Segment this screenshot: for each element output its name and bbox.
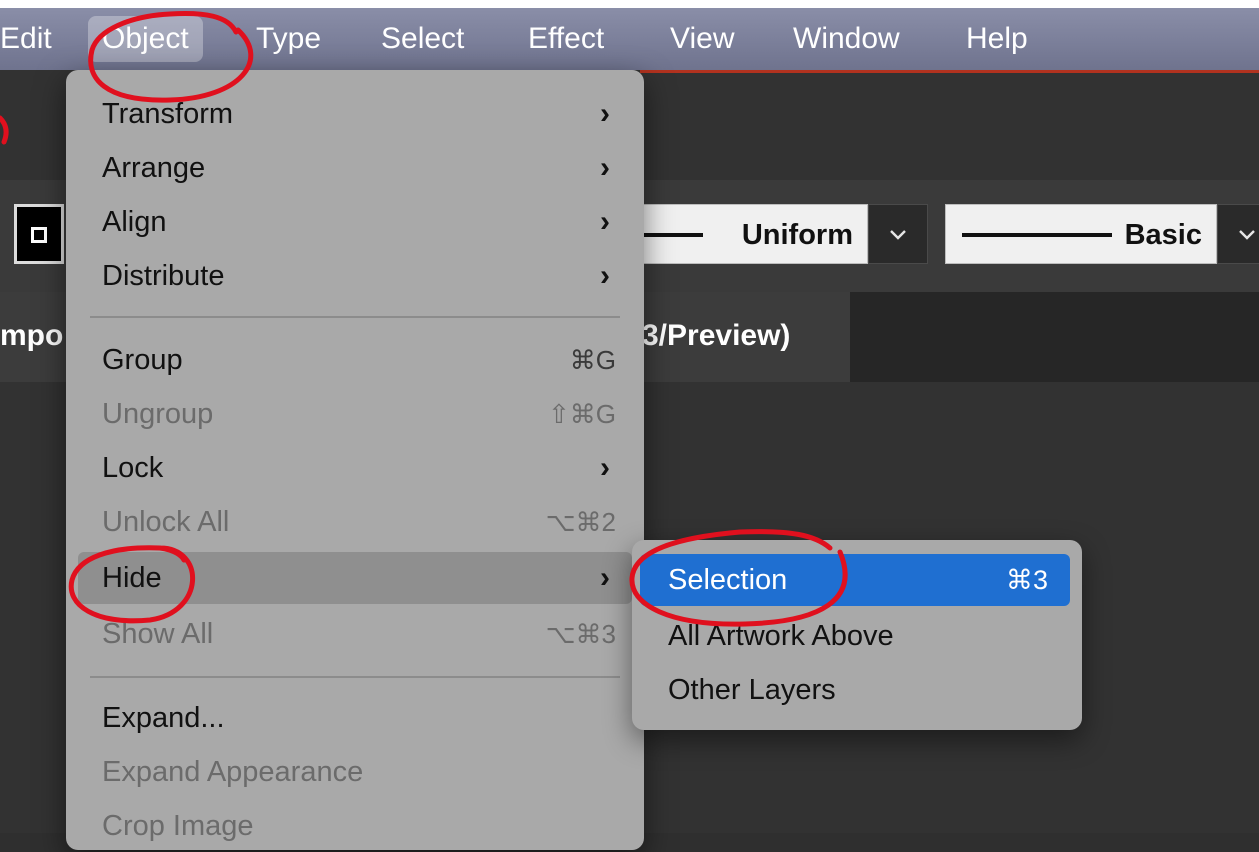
menu-item-label: Arrange bbox=[102, 152, 206, 184]
menu-item-distribute[interactable]: Distribute › bbox=[78, 250, 632, 302]
menu-item-expand[interactable]: Expand... bbox=[78, 692, 632, 744]
stroke-profile-label: Uniform bbox=[741, 219, 853, 251]
chevron-right-icon: › bbox=[600, 151, 610, 184]
menu-item-label: Hide bbox=[102, 562, 162, 594]
chevron-right-icon: › bbox=[600, 561, 610, 594]
document-border bbox=[640, 70, 1259, 73]
menu-item-label: Transform bbox=[102, 98, 234, 130]
stroke-profile-dropdown[interactable] bbox=[868, 204, 928, 264]
menu-object[interactable]: Object bbox=[88, 16, 203, 62]
menu-type[interactable]: Type bbox=[242, 16, 335, 62]
menu-item-label: Align bbox=[102, 206, 167, 238]
menu-item-shortcut: ⌘G bbox=[569, 345, 616, 375]
menu-bar: Edit Object Type Select Effect View Wind… bbox=[0, 8, 1259, 70]
stroke-profile-field[interactable]: Uniform bbox=[630, 204, 868, 264]
menu-item-transform[interactable]: Transform › bbox=[78, 88, 632, 140]
menu-help[interactable]: Help bbox=[952, 16, 1042, 62]
menu-item-hide[interactable]: Hide › bbox=[78, 552, 632, 604]
object-menu: Transform › Arrange › Align › Distribute… bbox=[66, 70, 644, 850]
menu-item-label: Expand... bbox=[102, 702, 225, 734]
chevron-right-icon: › bbox=[600, 259, 610, 292]
stroke-profile-preview bbox=[643, 233, 703, 237]
menu-item-label: Expand Appearance bbox=[102, 756, 364, 788]
submenu-item-other-layers[interactable]: Other Layers bbox=[640, 664, 1070, 716]
chevron-down-icon bbox=[889, 224, 907, 246]
menu-item-label: Crop Image bbox=[102, 810, 254, 842]
menu-item-shortcut: ⇧⌘G bbox=[547, 399, 616, 429]
submenu-item-shortcut: ⌘3 bbox=[1005, 565, 1048, 595]
menu-item-label: Unlock All bbox=[102, 506, 230, 538]
chevron-down-icon bbox=[1238, 224, 1256, 246]
submenu-item-label: Other Layers bbox=[668, 674, 836, 706]
menu-item-shortcut: ⌥⌘3 bbox=[545, 619, 616, 649]
chevron-right-icon: › bbox=[600, 97, 610, 130]
top-strip bbox=[0, 0, 1259, 8]
chevron-right-icon: › bbox=[600, 205, 610, 238]
menu-item-crop-image: Crop Image bbox=[78, 800, 632, 852]
brush-field[interactable]: Basic bbox=[945, 204, 1217, 264]
menu-item-label: Distribute bbox=[102, 260, 225, 292]
menu-window[interactable]: Window bbox=[779, 16, 914, 62]
menu-select[interactable]: Select bbox=[367, 16, 478, 62]
menu-item-group[interactable]: Group ⌘G bbox=[78, 334, 632, 386]
document-tab-title-end: 3/Preview) bbox=[642, 319, 791, 352]
menu-effect[interactable]: Effect bbox=[514, 16, 618, 62]
menu-edit[interactable]: Edit bbox=[0, 16, 66, 62]
stroke-swatch-icon bbox=[31, 227, 47, 243]
menu-item-ungroup: Ungroup ⇧⌘G bbox=[78, 388, 632, 440]
menu-item-label: Show All bbox=[102, 618, 214, 650]
menu-item-label: Ungroup bbox=[102, 398, 214, 430]
menu-item-lock[interactable]: Lock › bbox=[78, 442, 632, 494]
menu-separator bbox=[90, 316, 620, 318]
menu-item-arrange[interactable]: Arrange › bbox=[78, 142, 632, 194]
stroke-swatch[interactable] bbox=[14, 204, 64, 264]
menu-item-align[interactable]: Align › bbox=[78, 196, 632, 248]
document-tab-title-start: mpo bbox=[0, 319, 64, 352]
submenu-item-label: Selection bbox=[668, 564, 788, 596]
submenu-item-selection[interactable]: Selection ⌘3 bbox=[640, 554, 1070, 606]
menu-item-label: Group bbox=[102, 344, 183, 376]
menu-item-show-all: Show All ⌥⌘3 bbox=[78, 608, 632, 660]
menu-item-expand-appearance: Expand Appearance bbox=[78, 746, 632, 798]
menu-view[interactable]: View bbox=[656, 16, 748, 62]
chevron-right-icon: › bbox=[600, 451, 610, 484]
menu-item-shortcut: ⌥⌘2 bbox=[545, 507, 616, 537]
brush-dropdown[interactable] bbox=[1217, 204, 1259, 264]
submenu-item-label: All Artwork Above bbox=[668, 620, 894, 652]
hide-submenu: Selection ⌘3 All Artwork Above Other Lay… bbox=[632, 540, 1082, 730]
submenu-item-all-artwork-above[interactable]: All Artwork Above bbox=[640, 610, 1070, 662]
menu-item-label: Lock bbox=[102, 452, 164, 484]
menu-separator bbox=[90, 676, 620, 678]
brush-preview bbox=[962, 233, 1112, 237]
menu-item-unlock-all: Unlock All ⌥⌘2 bbox=[78, 496, 632, 548]
brush-label: Basic bbox=[1124, 219, 1202, 251]
